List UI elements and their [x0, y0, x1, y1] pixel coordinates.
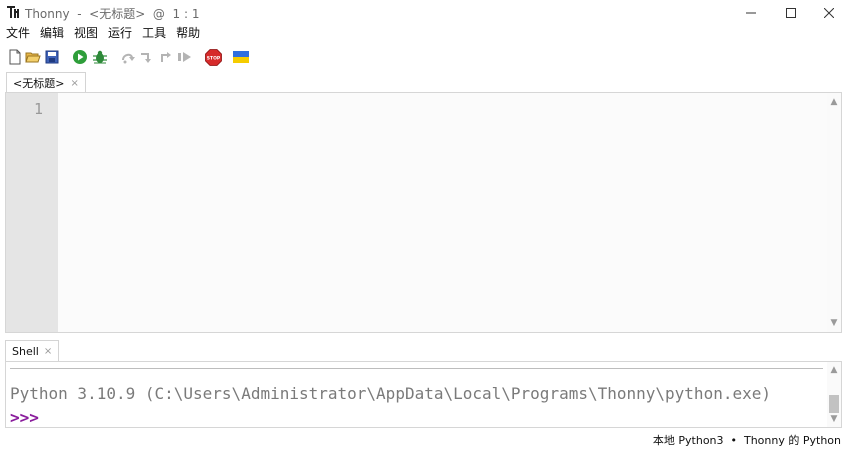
stop-icon[interactable]: STOP — [204, 48, 222, 66]
step-over-icon[interactable] — [119, 48, 137, 66]
save-icon[interactable] — [43, 48, 61, 66]
menu-edit[interactable]: 编辑 — [34, 25, 64, 43]
menu-help[interactable]: 帮助 — [170, 25, 200, 43]
code-editor: 1 ▲ ▼ — [5, 92, 842, 333]
maximize-button[interactable] — [771, 0, 811, 26]
toolbar: STOP — [0, 44, 850, 70]
shell-scroll-thumb[interactable] — [829, 395, 839, 413]
open-file-icon[interactable] — [24, 48, 42, 66]
line-number-gutter: 1 — [6, 93, 58, 332]
title-bar: Thonny - <无标题> @ 1 : 1 — [0, 0, 850, 26]
step-into-icon[interactable] — [138, 48, 156, 66]
debug-icon[interactable] — [91, 48, 109, 66]
menu-bar: 文件 编辑 视图 运行 工具 帮助 — [0, 25, 204, 43]
interpreter-status[interactable]: 本地 Python3 • Thonny 的 Python — [653, 432, 841, 448]
shell-tab-close-icon[interactable]: × — [44, 346, 52, 357]
line-number: 1 — [34, 100, 44, 118]
menu-file[interactable]: 文件 — [0, 25, 30, 43]
shell-scroll-down-icon[interactable]: ▼ — [827, 412, 841, 426]
tab-untitled[interactable]: <无标题> × — [6, 72, 86, 93]
shell-prompt: >>> — [10, 408, 39, 427]
menu-view[interactable]: 视图 — [68, 25, 98, 43]
shell-scrollbar[interactable]: ▲ ▼ — [827, 362, 841, 427]
run-icon[interactable] — [71, 48, 89, 66]
menu-tools[interactable]: 工具 — [136, 25, 166, 43]
menu-run[interactable]: 运行 — [102, 25, 132, 43]
thonny-logo-icon — [7, 5, 21, 19]
resume-icon[interactable] — [176, 48, 194, 66]
editor-scrollbar[interactable]: ▲ ▼ — [827, 93, 841, 332]
step-out-icon[interactable] — [157, 48, 175, 66]
stop-label: STOP — [206, 55, 220, 61]
status-bar: 本地 Python3 • Thonny 的 Python — [0, 429, 850, 449]
ukraine-flag-icon[interactable] — [232, 48, 250, 66]
shell-tabstrip: Shell × — [0, 338, 850, 362]
shell-separator — [10, 368, 823, 369]
code-text-area[interactable] — [58, 93, 827, 332]
shell-tab-label: Shell — [12, 345, 39, 358]
window-title: Thonny - <无标题> @ 1 : 1 — [25, 7, 200, 21]
close-button[interactable] — [809, 0, 849, 26]
scroll-up-icon[interactable]: ▲ — [827, 95, 841, 109]
shell-panel[interactable]: Python 3.10.9 (C:\Users\Administrator\Ap… — [5, 361, 842, 428]
tab-shell[interactable]: Shell × — [5, 340, 60, 362]
editor-tabstrip: <无标题> × — [0, 70, 850, 93]
tab-close-icon[interactable]: × — [70, 78, 78, 89]
new-file-icon[interactable] — [6, 48, 24, 66]
minimize-button[interactable] — [731, 0, 771, 26]
shell-scroll-up-icon[interactable]: ▲ — [827, 363, 841, 377]
tab-label: <无标题> — [13, 77, 65, 90]
shell-output: Python 3.10.9 (C:\Users\Administrator\Ap… — [10, 384, 771, 403]
scroll-down-icon[interactable]: ▼ — [827, 316, 841, 330]
